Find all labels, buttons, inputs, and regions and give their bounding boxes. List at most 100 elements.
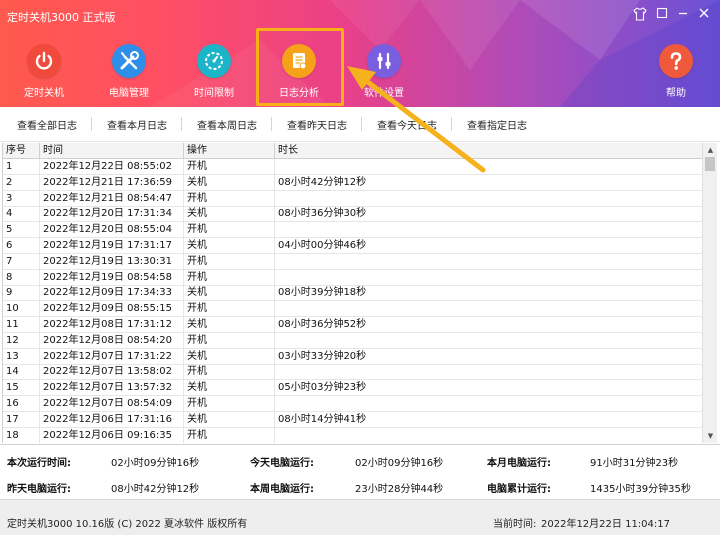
stat-value: 02小时09分钟16秒 (111, 458, 200, 469)
table-scrollbar[interactable]: ▲ ▼ (702, 143, 717, 443)
cell-time: 2022年12月08日 08:54:20 (40, 332, 184, 349)
close-icon[interactable] (695, 7, 713, 25)
cell-index: 15 (3, 380, 40, 397)
divider (271, 117, 272, 131)
table-row[interactable]: 18 2022年12月06日 09:16:35 开机 (3, 427, 702, 443)
toolbar-label: 时间限制 (194, 88, 234, 99)
cell-index: 9 (3, 285, 40, 302)
cell-time: 2022年12月20日 17:31:34 (40, 206, 184, 223)
cell-duration: 04小时00分钟46秒 (278, 240, 367, 251)
cell-action: 开机 (184, 269, 275, 286)
cell-index: 10 (3, 301, 40, 318)
stat-value: 1435小时39分钟35秒 (590, 484, 691, 495)
cell-duration: 08小时42分钟12秒 (278, 176, 367, 188)
table-row[interactable]: 1 2022年12月22日 08:55:02 开机 (3, 159, 702, 175)
active-tool-highlight (256, 28, 344, 106)
toolbar-software-settings[interactable]: 软件设置 (344, 44, 424, 99)
status-bar: 定时关机3000 10.16版 (C) 2022 夏冰软件 版权所有 当前时间:… (0, 499, 720, 535)
tools-icon (112, 44, 146, 78)
cell-time: 2022年12月21日 08:54:47 (40, 190, 184, 207)
cell-time: 2022年12月07日 13:57:32 (40, 380, 184, 397)
toolbar-help[interactable]: 帮助 (636, 44, 716, 99)
help-icon (659, 44, 693, 78)
cell-time: 2022年12月20日 08:55:04 (40, 222, 184, 239)
stat-value: 91小时31分钟23秒 (590, 458, 679, 469)
toolbar-time-limit[interactable]: 时间限制 (174, 44, 254, 99)
table-row[interactable]: 13 2022年12月07日 17:31:22 关机 03小时33分钟20秒 (3, 348, 702, 365)
cell-action: 开机 (184, 364, 275, 381)
scroll-down-icon[interactable]: ▼ (703, 429, 718, 443)
column-header-action[interactable]: 操作 (184, 143, 275, 159)
column-header-time[interactable]: 时间 (40, 143, 184, 159)
runtime-stats: 本次运行时间: 02小时09分钟16秒 今天电脑运行: 02小时09分钟16秒 … (0, 444, 720, 499)
timer-icon (197, 44, 231, 78)
toolbar-computer-management[interactable]: 电脑管理 (89, 44, 169, 99)
stat-label: 本周电脑运行: (250, 484, 314, 495)
cell-index: 7 (3, 253, 40, 270)
cell-action: 关机 (184, 317, 275, 333)
cell-time: 2022年12月21日 17:36:59 (40, 174, 184, 191)
toolbar-timed-shutdown[interactable]: 定时关机 (4, 44, 84, 99)
cell-action: 关机 (184, 411, 275, 428)
cell-duration (275, 159, 702, 175)
column-header-index[interactable]: 序号 (3, 143, 40, 159)
toolbar-label: 电脑管理 (109, 88, 149, 99)
cell-duration (275, 333, 702, 349)
cell-time: 2022年12月07日 08:54:09 (40, 396, 184, 412)
cell-index: 5 (3, 222, 40, 239)
skin-icon[interactable] (631, 7, 649, 25)
view-month-logs-button[interactable]: 查看本月日志 (107, 117, 167, 132)
settings-icon (367, 44, 401, 78)
cell-time: 2022年12月19日 17:31:17 (40, 238, 184, 254)
table-row[interactable]: 7 2022年12月19日 13:30:31 开机 (3, 253, 702, 270)
table-row[interactable]: 12 2022年12月08日 08:54:20 开机 (3, 332, 702, 349)
cell-action: 关机 (184, 380, 275, 397)
table-row[interactable]: 6 2022年12月19日 17:31:17 关机 04小时00分钟46秒 (3, 238, 702, 254)
table-row[interactable]: 16 2022年12月07日 08:54:09 开机 (3, 396, 702, 412)
table-row[interactable]: 3 2022年12月21日 08:54:47 开机 (3, 190, 702, 207)
scrollbar-thumb[interactable] (705, 157, 715, 171)
view-week-logs-button[interactable]: 查看本周日志 (197, 117, 257, 132)
minimize-icon[interactable] (674, 7, 692, 25)
cell-duration (275, 301, 702, 317)
log-table[interactable]: 序号 时间 操作 时长 1 2022年12月22日 08:55:02 开机 2 2022… (2, 143, 702, 443)
cell-index: 12 (3, 332, 40, 349)
scroll-up-icon[interactable]: ▲ (703, 143, 718, 157)
table-row[interactable]: 11 2022年12月08日 17:31:12 关机 08小时36分钟52秒 (3, 317, 702, 333)
cell-action: 开机 (184, 427, 275, 443)
table-row[interactable]: 4 2022年12月20日 17:31:34 关机 08小时36分钟30秒 (3, 206, 702, 223)
cell-time: 2022年12月06日 09:16:35 (40, 427, 184, 443)
view-yesterday-logs-button[interactable]: 查看昨天日志 (287, 117, 347, 132)
cell-action: 开机 (184, 190, 275, 207)
table-row[interactable]: 10 2022年12月09日 08:55:15 开机 (3, 301, 702, 318)
stat-label: 昨天电脑运行: (7, 484, 71, 495)
stat-value: 02小时09分钟16秒 (355, 458, 444, 469)
maximize-icon[interactable] (653, 7, 671, 25)
cell-index: 14 (3, 364, 40, 381)
cell-index: 6 (3, 238, 40, 254)
current-time-value: 2022年12月22日 11:04:17 (541, 519, 670, 530)
table-header: 序号 时间 操作 时长 (3, 143, 702, 159)
table-row[interactable]: 15 2022年12月07日 13:57:32 关机 05小时03分钟23秒 (3, 380, 702, 397)
table-row[interactable]: 5 2022年12月20日 08:55:04 开机 (3, 222, 702, 239)
table-row[interactable]: 17 2022年12月06日 17:31:16 关机 08小时14分钟41秒 (3, 411, 702, 428)
cell-action: 关机 (184, 206, 275, 223)
column-header-duration[interactable]: 时长 (275, 143, 702, 159)
cell-duration (275, 364, 702, 380)
cell-action: 开机 (184, 222, 275, 239)
cell-action: 开机 (184, 253, 275, 270)
power-icon (27, 44, 61, 78)
cell-time: 2022年12月07日 17:31:22 (40, 348, 184, 365)
view-all-logs-button[interactable]: 查看全部日志 (17, 117, 77, 132)
cell-action: 开机 (184, 301, 275, 318)
table-row[interactable]: 14 2022年12月07日 13:58:02 开机 (3, 364, 702, 381)
stat-value: 23小时28分钟44秒 (355, 484, 444, 495)
view-today-logs-button[interactable]: 查看今天日志 (377, 117, 437, 132)
cell-action: 开机 (184, 332, 275, 349)
table-row[interactable]: 2 2022年12月21日 17:36:59 关机 08小时42分钟12秒 (3, 174, 702, 191)
view-specified-logs-button[interactable]: 查看指定日志 (467, 117, 527, 132)
table-row[interactable]: 8 2022年12月19日 08:54:58 开机 (3, 269, 702, 286)
stat-label: 本次运行时间: (7, 458, 71, 469)
cell-time: 2022年12月08日 17:31:12 (40, 317, 184, 333)
table-row[interactable]: 9 2022年12月09日 17:34:33 关机 08小时39分钟18秒 (3, 285, 702, 302)
